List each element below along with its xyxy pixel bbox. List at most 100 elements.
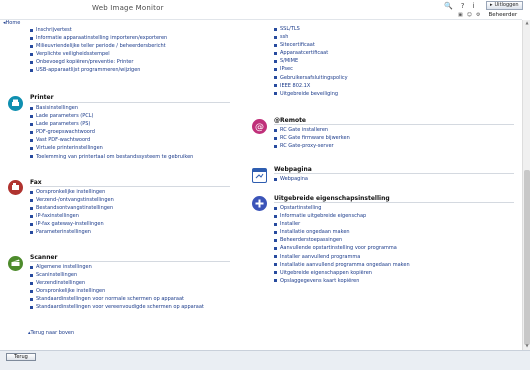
webpage-list: Webpagina <box>274 175 308 183</box>
list-item[interactable]: S/MIME <box>274 57 348 65</box>
list-item[interactable]: Toelemming van printertaal om bestandssy… <box>30 153 193 161</box>
list-item[interactable]: Installatie aanvullend programma ongedaa… <box>274 261 410 269</box>
list-item[interactable]: IP-faxinstellingen <box>30 212 114 220</box>
list-item[interactable]: Installatie ongedaan maken <box>274 228 410 236</box>
bullet-icon <box>30 155 33 159</box>
left-top-list: Inschrijvertest Informatie apparaatinste… <box>30 26 167 75</box>
list-item[interactable]: PDF-groepswachtwoord <box>30 128 193 136</box>
bullet-icon <box>274 238 277 242</box>
right-top-list: SSL/TLS ssh Sitecertificaat Apparaatcert… <box>274 25 348 98</box>
list-item[interactable]: Oorspronkelijke instellingen <box>30 287 204 295</box>
bullet-icon <box>30 198 33 202</box>
scroll-down-icon[interactable]: ▼ <box>524 343 530 349</box>
list-item[interactable]: Oorspronkelijke instellingen <box>30 188 114 196</box>
bullet-icon <box>30 36 33 40</box>
bullet-icon <box>30 28 33 32</box>
help-icon[interactable]: ? <box>461 2 465 10</box>
footer-bar <box>0 350 530 370</box>
list-item[interactable]: Uitgebreide eigenschappen kopiëren <box>274 269 410 277</box>
vertical-scrollbar[interactable]: ▲ ▼ <box>522 20 530 350</box>
list-item[interactable]: Basisinstellingen <box>30 104 193 112</box>
list-item[interactable]: USB-apparaatlijst programmeren/wijzigen <box>30 66 167 74</box>
bullet-icon <box>30 69 33 73</box>
remote-icon: @ <box>252 119 267 134</box>
bullet-icon <box>274 214 277 218</box>
list-item[interactable]: Parameterinstellingen <box>30 228 114 236</box>
bullet-icon <box>274 128 277 132</box>
bullet-icon <box>30 138 33 142</box>
list-item[interactable]: Apparaatcertificaat <box>274 49 348 57</box>
printer-icon <box>8 96 23 111</box>
bullet-icon <box>274 43 277 47</box>
list-item[interactable]: Bestandsontvangstinstellingen <box>30 204 114 212</box>
list-item[interactable]: RC Gate-proxy-server <box>274 142 350 150</box>
list-item[interactable]: Informatie uitgebreide eigenschap <box>274 212 410 220</box>
list-item[interactable]: Scaninstellingen <box>30 271 204 279</box>
bullet-icon <box>30 297 33 301</box>
list-item[interactable]: IP-fax gateway-instellingen <box>30 220 114 228</box>
scroll-up-icon[interactable]: ▲ <box>524 20 530 26</box>
list-item[interactable]: ssh <box>274 33 348 41</box>
list-item[interactable]: Aanvullende opstartinstelling voor progr… <box>274 244 410 252</box>
bullet-icon <box>274 255 277 259</box>
list-item[interactable]: Uitgebreide beveiliging <box>274 90 348 98</box>
bullet-icon <box>274 279 277 283</box>
list-item[interactable]: Algemene instellingen <box>30 263 204 271</box>
list-item[interactable]: Opstartinstelling <box>274 204 410 212</box>
list-item[interactable]: Inschrijvertest <box>30 26 167 34</box>
app-title: Web Image Monitor <box>92 4 164 12</box>
list-item[interactable]: Standaardinstellingen voor vereenvoudigd… <box>30 303 204 311</box>
info-icon[interactable]: i <box>472 2 474 10</box>
webpage-title: Webpagina <box>274 166 312 173</box>
scrollbar-thumb[interactable] <box>524 170 530 345</box>
list-item[interactable]: IPsec <box>274 65 348 73</box>
remote-list: RC Gate installeren RC Gate firmware bij… <box>274 126 350 150</box>
logout-button[interactable]: ▸ Uitloggen <box>486 1 523 10</box>
back-button[interactable]: Terug <box>6 353 36 361</box>
lock-icon: ▣ <box>458 12 463 18</box>
list-item[interactable]: SSL/TLS <box>274 25 348 33</box>
list-item[interactable]: Opslaggegevens kaart kopiëren <box>274 277 410 285</box>
bullet-icon <box>30 130 33 134</box>
list-item[interactable]: Onbevoegd kopiëren/preventie: Printer <box>30 58 167 66</box>
list-item[interactable]: Gebruikersafsluitingspolicy <box>274 74 348 82</box>
list-item[interactable]: Installer <box>274 220 410 228</box>
list-item[interactable]: RC Gate firmware bijwerken <box>274 134 350 142</box>
bullet-icon <box>30 265 33 269</box>
bullet-icon <box>274 271 277 275</box>
svg-text:@: @ <box>255 123 264 133</box>
bullet-icon <box>30 222 33 226</box>
list-item[interactable]: Lade parameters (PCL) <box>30 112 193 120</box>
scanner-divider <box>30 261 230 262</box>
list-item[interactable]: Webpagina <box>274 175 308 183</box>
list-item[interactable]: IEEE 802.1X <box>274 82 348 90</box>
bullet-icon <box>274 230 277 234</box>
list-item[interactable]: Installer aanvullend programma <box>274 253 410 261</box>
bullet-icon <box>274 136 277 140</box>
bullet-icon <box>274 247 277 251</box>
settings-icon: ⚙ <box>475 12 481 18</box>
back-to-top-link[interactable]: ▴Terug naar boven <box>28 330 74 336</box>
list-item[interactable]: Beheerderstoepassingen <box>274 236 410 244</box>
list-item[interactable]: Virtuele printerinstellingen <box>30 144 193 152</box>
bullet-icon <box>274 35 277 39</box>
list-item[interactable]: Verzendinstellingen <box>30 279 204 287</box>
scanner-title: Scanner <box>30 254 58 261</box>
list-item[interactable]: Vast PDF-wachtwoord <box>30 136 193 144</box>
list-item[interactable]: RC Gate installeren <box>274 126 350 134</box>
extended-features-icon <box>252 196 267 211</box>
list-item[interactable]: Informatie apparaatinstelling importeren… <box>30 34 167 42</box>
bullet-icon <box>274 76 277 80</box>
bullet-icon <box>30 60 33 64</box>
list-item[interactable]: Lade parameters (PS) <box>30 120 193 128</box>
header-icons: 🔍 ? i <box>444 2 474 10</box>
search-icon[interactable]: 🔍 <box>444 2 453 10</box>
list-item[interactable]: Standaardinstellingen voor normale scher… <box>30 295 204 303</box>
scanner-icon <box>8 256 23 271</box>
list-item[interactable]: Verzend-/ontvangstinstellingen <box>30 196 114 204</box>
list-item[interactable]: Milieuvriendelijke teller periode / behe… <box>30 42 167 50</box>
webpage-icon <box>252 168 267 183</box>
list-item[interactable]: Verplichte veiligheidsstempel <box>30 50 167 58</box>
bullet-icon <box>274 222 277 226</box>
list-item[interactable]: Sitecertificaat <box>274 41 348 49</box>
